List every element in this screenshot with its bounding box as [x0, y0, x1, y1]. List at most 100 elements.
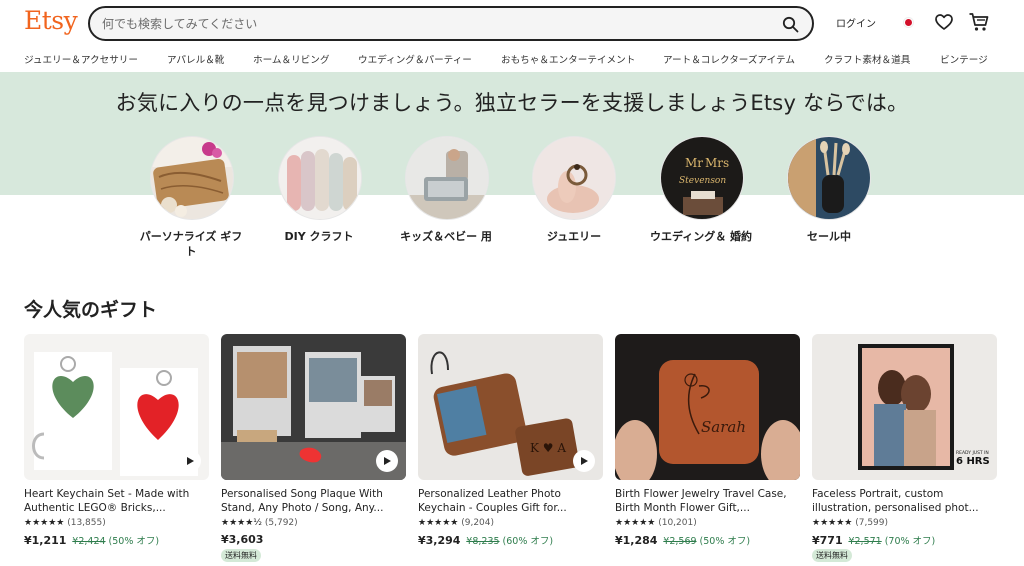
rating-stars: ★★★★½ [221, 518, 262, 528]
discount-badge: (50% オフ) [699, 536, 751, 547]
hero-title: お気に入りの一点を見つけましょう。独立セラーを支援しましょうEtsy ならでは。 [115, 91, 909, 115]
rating-stars: ★★★★★ [418, 518, 459, 528]
product-rating: ★★★★★ (7,599) [812, 518, 888, 528]
product-price: ¥3,294 [418, 534, 461, 547]
original-price: ¥2,569 [663, 536, 697, 547]
product-title[interactable]: Personalized Leather Photo Keychain - Co… [418, 487, 600, 515]
product-price-row: ¥3,603 [221, 533, 263, 546]
discount-badge: (70% オフ) [884, 536, 936, 547]
favorites-button[interactable] [934, 12, 954, 32]
nav-toys[interactable]: おもちゃ＆エンターテイメント [501, 52, 635, 66]
search-button[interactable] [778, 13, 802, 35]
product-rating: ★★★★½ (5,792) [221, 518, 298, 528]
review-count: (9,204) [461, 518, 495, 528]
product-price: ¥1,211 [24, 534, 67, 547]
product-card[interactable]: READY JUST IN 6 HRS Faceless Portrait, c… [812, 334, 997, 566]
product-price: ¥1,284 [615, 534, 658, 547]
region-flag-button[interactable] [898, 12, 918, 32]
diy-craft-image [279, 137, 361, 219]
product-card[interactable]: Sarah Birth Flower Jewelry Travel Case, … [615, 334, 800, 566]
nav-home[interactable]: ホーム＆リビング [253, 52, 329, 66]
product-title[interactable]: Personalised Song Plaque With Stand, Any… [221, 487, 403, 515]
heart-icon [935, 14, 953, 30]
original-price: ¥8,235 [466, 536, 500, 547]
section-title: 今人気のギフト [24, 299, 158, 321]
review-count: (13,855) [67, 518, 106, 528]
product-price-row: ¥1,284 ¥2,569 (50% オフ) [615, 533, 750, 547]
svg-text:Mrs: Mrs [705, 156, 729, 170]
play-button[interactable] [573, 450, 595, 472]
etsy-logo[interactable]: Etsy [24, 6, 78, 35]
cart-icon [969, 13, 989, 31]
category-nav: ジュエリー＆アクセサリー アパレル＆靴 ホーム＆リビング ウエディング＆パーティ… [0, 50, 1024, 70]
faceless-portrait-image: READY JUST IN 6 HRS [812, 334, 997, 480]
svg-text:Mr: Mr [685, 156, 703, 170]
review-count: (5,792) [264, 518, 298, 528]
jewelry-image [533, 137, 615, 219]
circle-diy-craft[interactable] [278, 136, 362, 220]
nav-craft[interactable]: クラフト素材＆道具 [824, 52, 910, 66]
nav-apparel[interactable]: アパレル＆靴 [167, 52, 224, 66]
circle-label-wedding[interactable]: ウエディング＆ 婚約 [646, 229, 756, 244]
play-button[interactable] [179, 450, 201, 472]
circle-label-sale[interactable]: セール中 [774, 229, 884, 244]
search-bar[interactable] [88, 6, 814, 41]
sale-image [788, 137, 870, 219]
circle-label-kids-baby[interactable]: キッズ＆ベビー 用 [391, 229, 501, 244]
product-title[interactable]: Faceless Portrait, custom illustration, … [812, 487, 994, 515]
login-link[interactable]: ログイン [836, 15, 876, 30]
product-rating: ★★★★★ (13,855) [24, 518, 106, 528]
circle-jewelry[interactable] [532, 136, 616, 220]
product-price-row: ¥1,211 ¥2,424 (50% オフ) [24, 533, 159, 547]
jewelry-case-name: Sarah [701, 418, 746, 436]
rating-stars: ★★★★★ [24, 518, 65, 528]
search-icon [782, 16, 798, 32]
circle-kids-baby[interactable] [405, 136, 489, 220]
search-input[interactable] [102, 15, 752, 33]
rating-stars: ★★★★★ [812, 518, 853, 528]
product-image[interactable]: Sarah [615, 334, 800, 480]
play-icon [384, 457, 391, 465]
circle-label-personalized-gifts[interactable]: パーソナライズ ギフト [136, 229, 246, 259]
header: Etsy ログイン [0, 0, 1024, 46]
product-price-row: ¥771 ¥2,571 (70% オフ) [812, 533, 935, 547]
review-count: (10,201) [658, 518, 697, 528]
discount-badge: (60% オフ) [502, 536, 554, 547]
play-icon [187, 457, 194, 465]
circle-sale[interactable] [787, 136, 871, 220]
nav-vintage[interactable]: ビンテージ [940, 52, 988, 66]
nav-wedding[interactable]: ウエディング＆パーティー [358, 52, 472, 66]
free-shipping-badge: 送料無料 [221, 549, 261, 562]
flag-icon [903, 17, 913, 27]
circle-wedding[interactable]: Mr Mrs Stevenson [660, 136, 744, 220]
kids-baby-image [406, 137, 488, 219]
product-card[interactable]: Heart Keychain Set - Made with Authentic… [24, 334, 209, 566]
personalized-gift-image [151, 137, 233, 219]
product-title[interactable]: Heart Keychain Set - Made with Authentic… [24, 487, 206, 515]
keychain-initials: K ♥ A [530, 441, 566, 455]
nav-art[interactable]: アート＆コレクターズアイテム [663, 52, 795, 66]
wedding-image: Mr Mrs Stevenson [661, 137, 743, 219]
svg-text:6 HRS: 6 HRS [956, 456, 990, 467]
product-price: ¥3,603 [221, 533, 264, 546]
product-image[interactable]: READY JUST IN 6 HRS [812, 334, 997, 480]
product-title[interactable]: Birth Flower Jewelry Travel Case, Birth … [615, 487, 797, 515]
product-rating: ★★★★★ (9,204) [418, 518, 494, 528]
product-card[interactable]: K ♥ A Personalized Leather Photo Keychai… [418, 334, 603, 566]
product-price: ¥771 [812, 534, 843, 547]
discount-badge: (50% オフ) [108, 536, 160, 547]
product-price-row: ¥3,294 ¥8,235 (60% オフ) [418, 533, 553, 547]
product-rating: ★★★★★ (10,201) [615, 518, 697, 528]
review-count: (7,599) [855, 518, 889, 528]
circle-label-jewelry[interactable]: ジュエリー [519, 229, 629, 244]
original-price: ¥2,424 [72, 536, 106, 547]
nav-jewelry[interactable]: ジュエリー＆アクセサリー [24, 52, 138, 66]
free-shipping-badge: 送料無料 [812, 549, 852, 562]
play-button[interactable] [376, 450, 398, 472]
svg-text:Stevenson: Stevenson [679, 176, 726, 186]
circle-label-diy-craft[interactable]: DIY クラフト [264, 229, 374, 244]
circle-personalized-gifts[interactable] [150, 136, 234, 220]
cart-button[interactable] [968, 11, 990, 33]
original-price: ¥2,571 [848, 536, 882, 547]
product-card[interactable]: Personalised Song Plaque With Stand, Any… [221, 334, 406, 566]
